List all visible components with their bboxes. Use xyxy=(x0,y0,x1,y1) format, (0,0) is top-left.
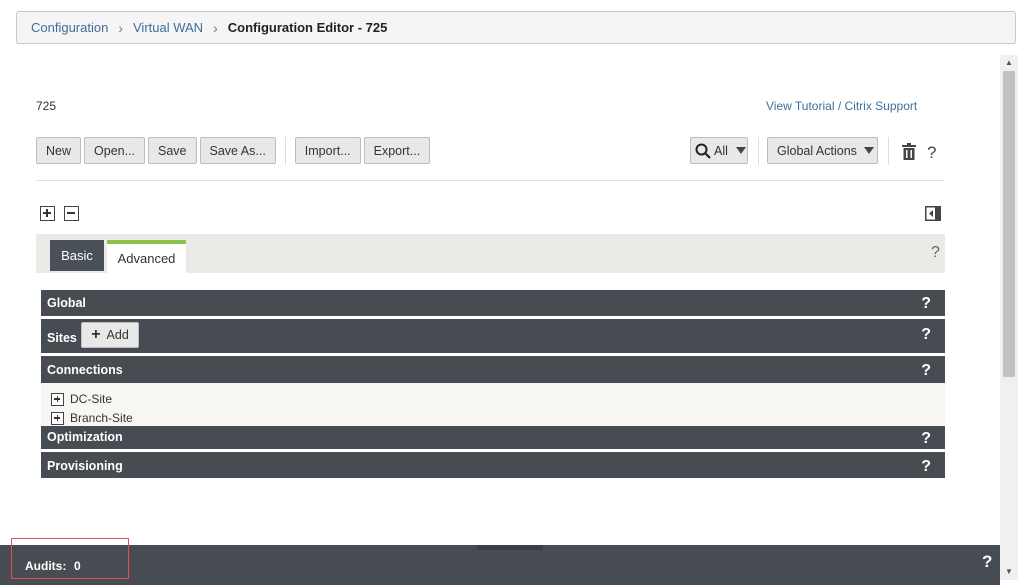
open-button[interactable]: Open... xyxy=(84,137,146,164)
add-site-button[interactable]: + Add xyxy=(81,322,139,348)
breadcrumb-configuration[interactable]: Configuration xyxy=(31,20,108,35)
filter-value: All xyxy=(714,143,728,158)
section-optimization-title: Optimization xyxy=(47,430,123,444)
toolbar-divider xyxy=(758,137,759,165)
toolbar: New Open... Save Save As... Import... Ex… xyxy=(36,137,431,165)
import-button[interactable]: Import... xyxy=(294,137,361,164)
global-actions-dropdown[interactable]: Global Actions xyxy=(767,137,878,164)
audits-highlight-box xyxy=(11,538,129,579)
help-icon[interactable]: ? xyxy=(921,295,931,313)
scrollbar-thumb[interactable] xyxy=(1003,71,1015,377)
search-icon xyxy=(695,143,711,159)
tab-basic[interactable]: Basic xyxy=(50,240,104,271)
new-button[interactable]: New xyxy=(36,137,82,164)
save-as-button[interactable]: Save As... xyxy=(199,137,276,164)
tree-expand-icon[interactable] xyxy=(51,411,64,425)
breadcrumb-virtual-wan[interactable]: Virtual WAN xyxy=(133,20,203,35)
save-button[interactable]: Save xyxy=(148,137,197,164)
search-filter-select[interactable]: All xyxy=(690,137,748,164)
add-site-label: Add xyxy=(106,328,129,342)
chevron-right-icon: › xyxy=(118,19,123,36)
audits-resize-handle[interactable] xyxy=(477,545,543,550)
scroll-down-icon[interactable]: ▼ xyxy=(1000,564,1018,580)
audits-bar[interactable] xyxy=(0,545,1000,585)
section-provisioning-title: Provisioning xyxy=(47,459,123,473)
help-icon[interactable]: ? xyxy=(921,362,931,380)
section-global-title: Global xyxy=(47,296,86,310)
caret-down-icon xyxy=(735,147,746,154)
trash-icon[interactable] xyxy=(901,143,917,161)
page-title: Configuration Editor - 725 xyxy=(227,20,388,35)
tree-item-label: Branch-Site xyxy=(70,411,133,425)
toolbar-divider xyxy=(284,137,286,165)
divider xyxy=(36,180,945,181)
help-icon[interactable]: ? xyxy=(921,458,931,476)
export-button[interactable]: Export... xyxy=(363,137,431,164)
panel-toggle-icon[interactable] xyxy=(925,206,941,221)
global-actions-label: Global Actions xyxy=(777,143,857,158)
help-links: View Tutorial / Citrix Support xyxy=(766,99,917,113)
view-tutorial-link[interactable]: View Tutorial xyxy=(766,99,834,113)
citrix-support-link[interactable]: Citrix Support xyxy=(845,99,918,113)
help-links-separator: / xyxy=(834,99,845,113)
section-optimization[interactable]: Optimization ? xyxy=(41,426,945,449)
section-sites[interactable]: Sites + Add ? xyxy=(41,319,945,353)
tree-item-branch-site[interactable]: Branch-Site xyxy=(51,411,133,425)
breadcrumb: Configuration › Virtual WAN › Configurat… xyxy=(16,11,1016,44)
tree-expand-icon[interactable] xyxy=(51,392,64,406)
section-provisioning[interactable]: Provisioning ? xyxy=(41,452,945,478)
tree-item-label: DC-Site xyxy=(70,392,113,406)
caret-down-icon xyxy=(863,147,874,154)
section-connections-title: Connections xyxy=(47,363,123,377)
connections-tree: DC-Site Branch-Site xyxy=(41,383,945,426)
section-sites-title: Sites xyxy=(47,331,77,345)
tab-help-icon[interactable]: ? xyxy=(931,244,940,262)
plus-icon: + xyxy=(91,326,101,343)
collapse-all-icon[interactable] xyxy=(64,206,79,221)
chevron-right-icon: › xyxy=(213,19,218,36)
help-icon[interactable]: ? xyxy=(921,430,931,448)
tree-item-dc-site[interactable]: DC-Site xyxy=(51,392,112,406)
toolbar-divider xyxy=(888,137,889,165)
audits-help-icon[interactable]: ? xyxy=(982,552,992,572)
section-connections[interactable]: Connections ? xyxy=(41,356,945,383)
config-name: 725 xyxy=(36,99,57,113)
scroll-up-icon[interactable]: ▲ xyxy=(1000,55,1018,71)
tab-advanced[interactable]: Advanced xyxy=(107,240,186,273)
help-icon[interactable]: ? xyxy=(921,326,931,344)
section-global[interactable]: Global ? xyxy=(41,290,945,316)
toolbar-help-icon[interactable]: ? xyxy=(927,143,936,163)
vertical-scrollbar[interactable]: ▲ ▼ xyxy=(1000,55,1018,580)
expand-all-icon[interactable] xyxy=(40,206,55,221)
